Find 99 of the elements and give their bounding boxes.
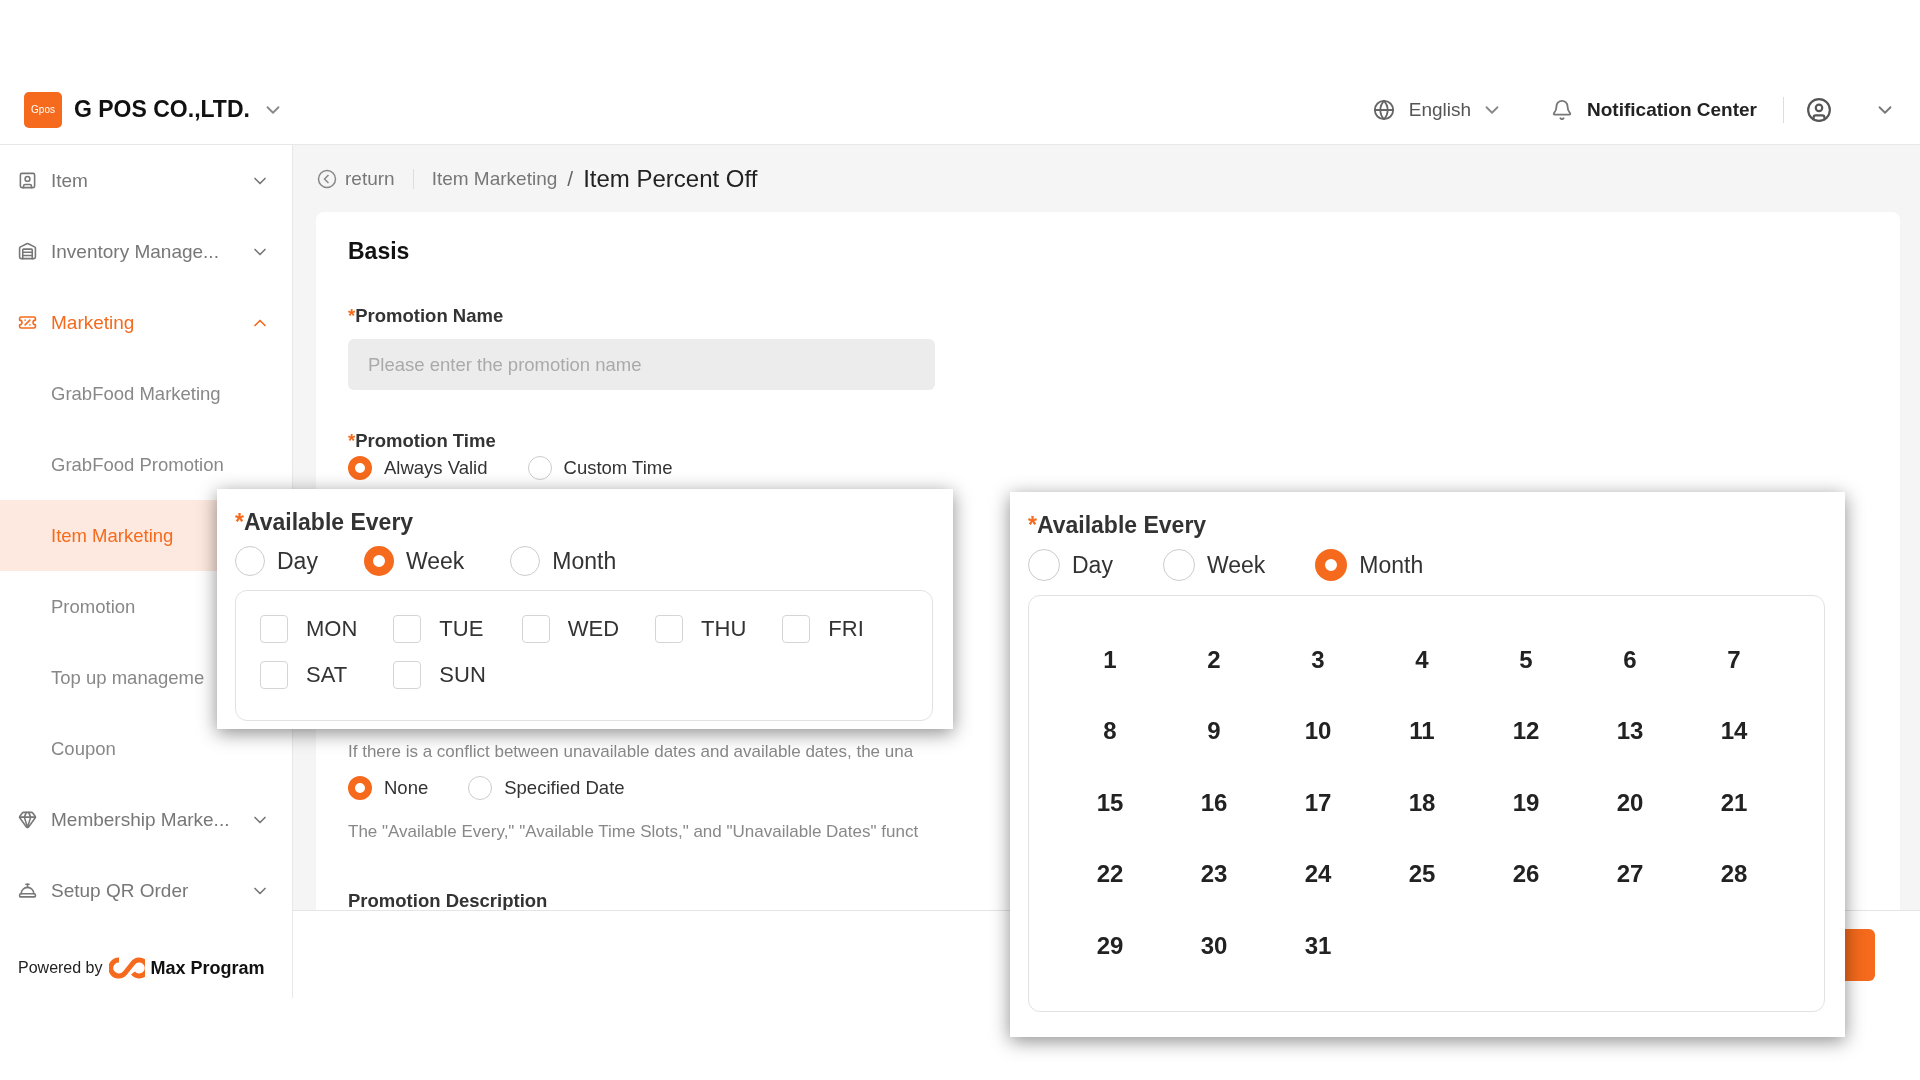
date-option[interactable]: 15	[1096, 788, 1124, 817]
back-icon[interactable]	[317, 168, 337, 189]
date-option[interactable]: 5	[1519, 645, 1533, 674]
company-name[interactable]: G POS CO.,LTD.	[74, 96, 250, 123]
powered-by-text: Powered by	[18, 959, 103, 977]
date-option[interactable]: 27	[1616, 860, 1644, 889]
radio-option[interactable]: Week	[363, 546, 465, 576]
breadcrumb-separator: /	[567, 166, 574, 191]
field-label: *Promotion Time	[348, 430, 496, 452]
field-label: Promotion Description	[348, 890, 548, 910]
info-note: The "Available Every," "Available Time Slots," and "Unavailable Dates" funct	[348, 822, 919, 842]
menu-item-icon	[18, 881, 37, 900]
radio-option[interactable]: Specified Date	[468, 776, 625, 800]
sidebar-subitem[interactable]: Coupon	[0, 713, 292, 784]
radio-option[interactable]: Always Valid	[348, 456, 488, 480]
company-logo: Gpos	[24, 91, 62, 128]
sidebar-subitem[interactable]: GrabFood Marketing	[0, 358, 292, 429]
radio-option[interactable]: Month	[510, 546, 617, 576]
date-option[interactable]: 1	[1103, 645, 1117, 674]
weekday-checkbox[interactable]: TUE	[393, 615, 486, 643]
sidebar-item[interactable]: Setup QR Order	[0, 855, 292, 926]
checkbox[interactable]	[393, 661, 422, 689]
sidebar-subitem[interactable]: GrabFood Promotion	[0, 429, 292, 500]
radio-selected[interactable]	[1315, 549, 1348, 581]
checkbox[interactable]	[521, 615, 550, 643]
date-option[interactable]: 2	[1207, 645, 1221, 674]
radio-option[interactable]: Week	[1162, 549, 1266, 581]
radio-option[interactable]: Month	[1315, 549, 1424, 581]
notification-center-link[interactable]: Notification Center	[1587, 98, 1757, 121]
return-link[interactable]: return	[345, 167, 395, 190]
menu-item-icon	[18, 810, 37, 829]
checkbox[interactable]	[655, 615, 684, 643]
sidebar-item[interactable]: Inventory Manage...	[0, 216, 292, 287]
weekday-checkbox[interactable]: WED	[521, 615, 620, 643]
date-option[interactable]: 24	[1304, 860, 1332, 889]
language-selector[interactable]: English	[1408, 98, 1472, 121]
conflict-note: If there is a conflict between unavailable dates and available dates, the una	[348, 742, 914, 762]
date-option[interactable]: 11	[1409, 717, 1435, 746]
radio-unselected[interactable]	[468, 776, 493, 800]
radio-selected[interactable]	[348, 776, 372, 800]
checkbox[interactable]	[260, 615, 288, 643]
radio-unselected[interactable]	[510, 546, 541, 576]
date-option[interactable]: 8	[1103, 717, 1117, 746]
date-option[interactable]: 19	[1512, 788, 1540, 817]
radio-selected[interactable]	[363, 546, 394, 576]
date-option[interactable]: 21	[1720, 788, 1748, 817]
section-title: Basis	[348, 238, 410, 264]
date-option[interactable]: 30	[1200, 931, 1228, 960]
date-option[interactable]: 9	[1207, 717, 1221, 746]
date-option[interactable]: 6	[1623, 645, 1637, 674]
sidebar-item[interactable]: Item	[0, 145, 292, 216]
date-option[interactable]: 29	[1096, 931, 1124, 960]
page-title: Item Percent Off	[583, 164, 758, 193]
date-option[interactable]: 22	[1096, 860, 1124, 889]
promotion-name-input[interactable]: Please enter the promotion name	[348, 339, 935, 390]
checkbox[interactable]	[260, 661, 288, 689]
menu-item-icon	[18, 313, 37, 332]
date-option[interactable]: 23	[1200, 860, 1228, 889]
field-label: *Promotion Name	[348, 305, 504, 327]
radio-unselected[interactable]	[235, 546, 265, 576]
menu-item-icon	[18, 242, 37, 261]
weekday-checkbox[interactable]: SUN	[393, 661, 486, 689]
date-option[interactable]: 25	[1408, 860, 1436, 889]
date-option[interactable]: 12	[1512, 717, 1540, 746]
date-option[interactable]: 4	[1415, 645, 1429, 674]
weekday-checkbox[interactable]: FRI	[782, 615, 864, 643]
date-option[interactable]: 3	[1311, 645, 1325, 674]
date-option[interactable]: 31	[1304, 931, 1332, 960]
radio-unselected[interactable]	[527, 456, 552, 480]
radio-selected[interactable]	[348, 456, 372, 480]
date-option[interactable]: 7	[1727, 645, 1741, 674]
breadcrumb-link[interactable]: Item Marketing	[431, 167, 558, 190]
date-option[interactable]: 28	[1720, 860, 1748, 889]
user-icon[interactable]	[1806, 96, 1832, 123]
radio-option[interactable]: Custom Time	[527, 456, 673, 480]
menu-item-icon	[18, 171, 37, 190]
date-option[interactable]: 14	[1720, 717, 1748, 746]
radio-unselected[interactable]	[1028, 549, 1060, 581]
date-option[interactable]: 26	[1512, 860, 1540, 889]
weekday-checkbox[interactable]: SAT	[260, 661, 358, 689]
date-option[interactable]: 16	[1200, 788, 1228, 817]
brand-name: Max Program	[150, 957, 265, 979]
radio-option[interactable]: None	[348, 776, 429, 800]
globe-icon[interactable]	[1372, 98, 1395, 121]
date-option[interactable]: 10	[1304, 717, 1332, 746]
date-option[interactable]: 13	[1616, 717, 1644, 746]
bell-icon[interactable]	[1551, 98, 1574, 121]
date-option[interactable]: 20	[1616, 788, 1644, 817]
sidebar-item[interactable]: Membership Marke...	[0, 784, 292, 855]
radio-option[interactable]: Day	[1028, 549, 1113, 581]
weekday-checkbox[interactable]: MON	[260, 615, 358, 643]
weekday-checkbox[interactable]: THU	[655, 615, 747, 643]
date-option[interactable]: 18	[1408, 788, 1436, 817]
date-option[interactable]: 17	[1304, 788, 1332, 817]
checkbox[interactable]	[393, 615, 422, 643]
field-label: *Available Every	[1028, 512, 1208, 539]
infinity-logo-icon	[108, 956, 145, 980]
checkbox[interactable]	[782, 615, 811, 643]
radio-unselected[interactable]	[1162, 549, 1195, 581]
